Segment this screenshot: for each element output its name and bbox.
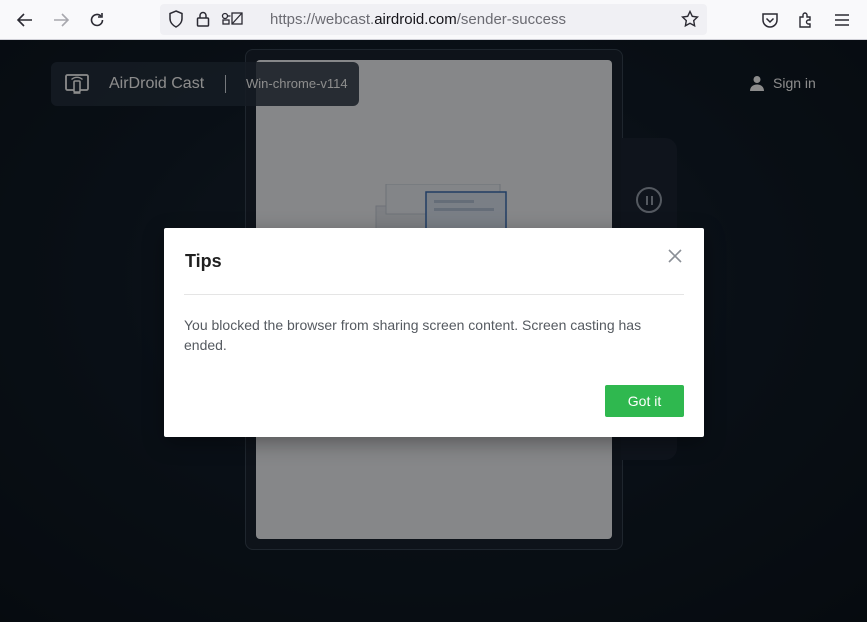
got-it-button[interactable]: Got it [605, 385, 684, 417]
permissions-icon[interactable] [220, 7, 244, 31]
shield-icon[interactable] [164, 7, 188, 31]
menu-icon[interactable] [830, 8, 854, 32]
url-prefix: https://webcast. [270, 11, 375, 28]
browser-toolbar: https://webcast.airdroid.com/sender-succ… [0, 0, 867, 40]
url-domain: airdroid.com [374, 11, 457, 28]
reload-icon[interactable] [85, 8, 109, 32]
dialog-title: Tips [185, 251, 222, 271]
lock-icon[interactable] [191, 7, 215, 31]
forward-arrow-icon[interactable] [49, 8, 73, 32]
address-bar[interactable]: https://webcast.airdroid.com/sender-succ… [160, 4, 707, 35]
dialog-divider [184, 294, 684, 295]
bookmark-star-icon[interactable] [678, 7, 702, 31]
pocket-icon[interactable] [758, 8, 782, 32]
url-text[interactable]: https://webcast.airdroid.com/sender-succ… [270, 11, 566, 28]
url-path: /sender-success [456, 11, 566, 28]
dialog-message: You blocked the browser from sharing scr… [184, 317, 642, 353]
back-arrow-icon[interactable] [13, 8, 37, 32]
extensions-icon[interactable] [794, 8, 818, 32]
tips-dialog: Tips You blocked the browser from sharin… [164, 228, 704, 437]
close-icon[interactable] [666, 247, 684, 265]
